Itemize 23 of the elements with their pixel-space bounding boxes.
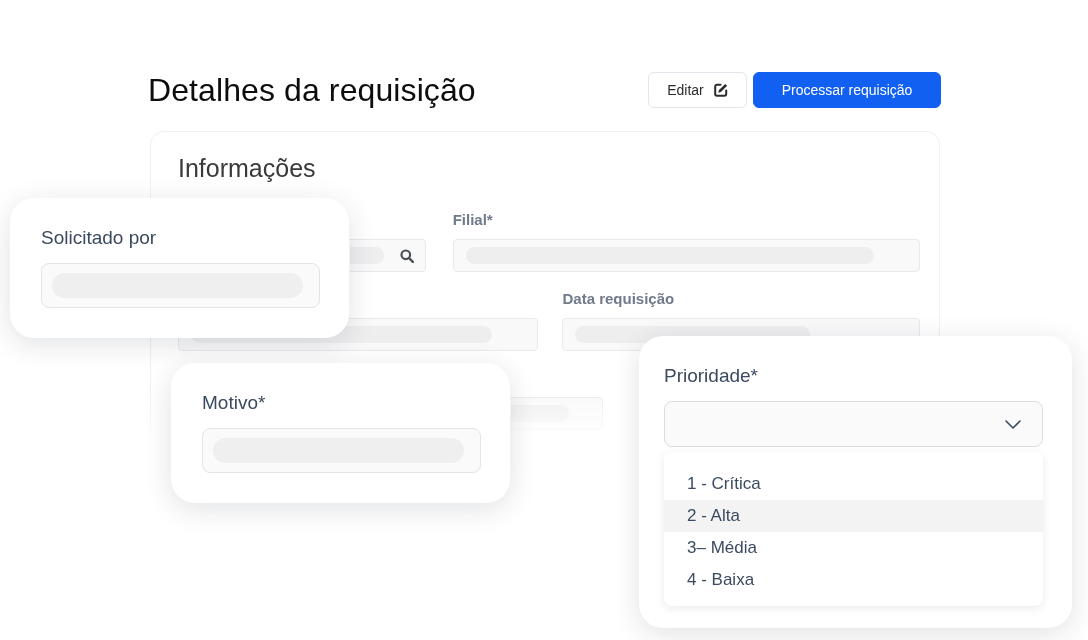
placeholder-bar xyxy=(350,247,384,264)
field-label: Motivo* xyxy=(202,391,266,415)
input-field[interactable] xyxy=(350,239,426,272)
input-field[interactable] xyxy=(41,263,320,308)
page-title: Detalhes da requisição xyxy=(148,71,476,109)
field-label: Filial* xyxy=(452,211,493,229)
field-label: Prioridade* xyxy=(664,364,758,388)
pencil-square-icon xyxy=(713,83,728,97)
placeholder-bar xyxy=(511,405,569,422)
dropdown-option[interactable]: 2 - Alta xyxy=(664,500,1043,532)
search-icon xyxy=(399,248,414,263)
dropdown-option[interactable]: 1 - Crítica xyxy=(664,468,1043,500)
process-button[interactable]: Processar requisição xyxy=(753,72,941,108)
dropdown-option[interactable]: 3– Média xyxy=(664,532,1043,564)
input-field[interactable] xyxy=(202,428,481,473)
input-field[interactable] xyxy=(511,397,603,430)
section-title: Informações xyxy=(178,153,316,183)
chevron-down-icon xyxy=(1005,419,1021,429)
dropdown-option[interactable]: 4 - Baixa xyxy=(664,564,1043,596)
edit-button[interactable]: Editar xyxy=(648,72,747,108)
field-label: Data requisição xyxy=(562,290,675,308)
field-label: Solicitado por xyxy=(41,226,157,250)
select-field[interactable] xyxy=(664,401,1043,447)
